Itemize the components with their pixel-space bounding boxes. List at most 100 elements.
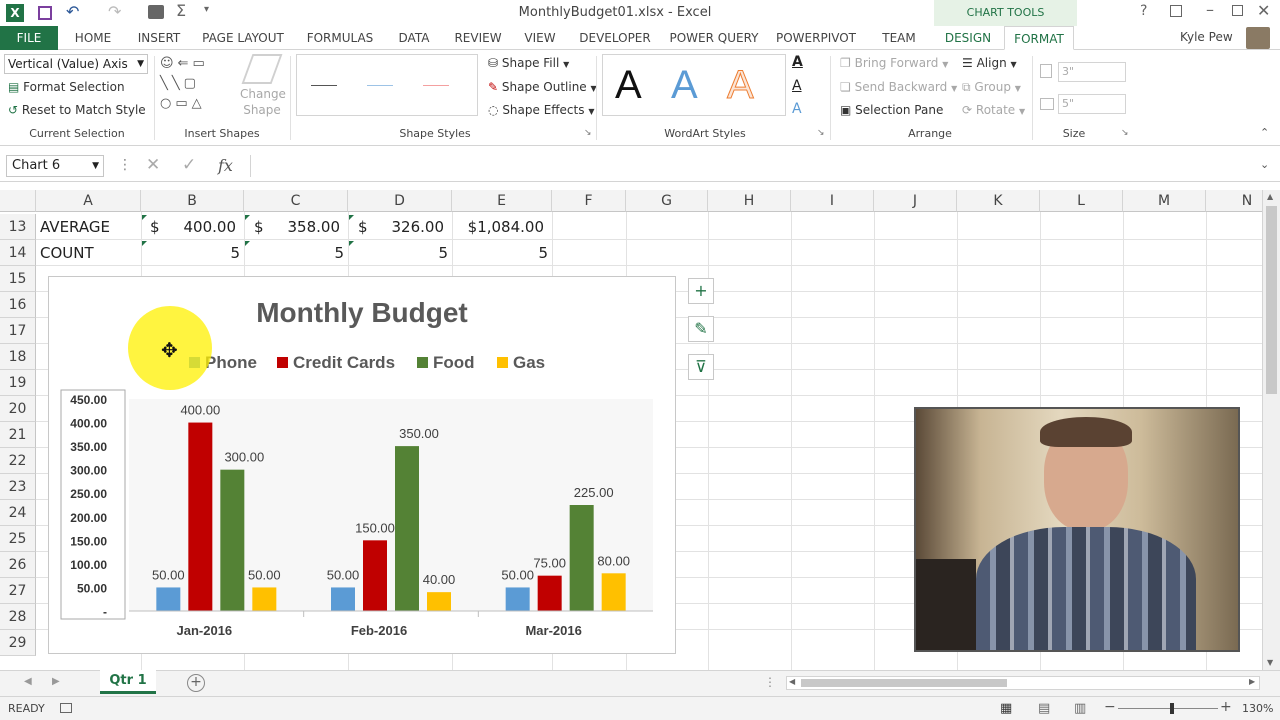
cell-c13[interactable]: 358.00 [264, 214, 341, 240]
reset-to-match-style-button[interactable]: ↺ Reset to Match Style [8, 103, 146, 117]
text-fill-icon[interactable]: A [792, 54, 803, 70]
horizontal-scroll-thumb[interactable] [801, 679, 1007, 687]
row-header[interactable]: 13 [0, 214, 36, 240]
sheet-tab-qtr-1[interactable]: Qtr 1 [100, 670, 156, 694]
zoom-level[interactable]: 130% [1242, 702, 1273, 715]
bar[interactable] [569, 505, 594, 611]
data-label[interactable]: 400.00 [180, 403, 220, 418]
shape-fill-button[interactable]: ⛁ Shape Fill ▼ [488, 56, 569, 70]
cancel-icon[interactable]: ✕ [146, 155, 160, 175]
tab-view[interactable]: VIEW [518, 26, 562, 50]
scroll-thumb[interactable] [1266, 206, 1277, 394]
row-header[interactable]: 16 [0, 292, 36, 318]
data-label[interactable]: 50.00 [327, 567, 360, 582]
tab-page-layout[interactable]: PAGE LAYOUT [196, 26, 290, 50]
data-label[interactable]: 40.00 [423, 572, 456, 587]
bar[interactable] [252, 587, 277, 611]
legend-entry[interactable]: Credit Cards [293, 353, 395, 372]
error-indicator-icon[interactable] [142, 241, 147, 246]
more-options-icon[interactable]: ⋮ [118, 157, 132, 173]
row-header[interactable]: 19 [0, 370, 36, 396]
chart-elements-button[interactable]: + [688, 278, 714, 304]
row-header[interactable]: 27 [0, 578, 36, 604]
rotate-button[interactable]: ⟳ Rotate ▼ [962, 103, 1025, 117]
shape-style-red[interactable] [423, 85, 449, 86]
macro-recording-icon[interactable] [60, 703, 72, 713]
wordart-blue[interactable]: A [671, 63, 698, 108]
column-header[interactable]: H [708, 190, 791, 212]
shapes-gallery[interactable]: ☺⇐▭ ╲╲▢ ○▭△ [160, 54, 234, 116]
chart-title[interactable]: Monthly Budget [256, 297, 468, 328]
column-header[interactable]: G [626, 190, 708, 212]
row-header[interactable]: 18 [0, 344, 36, 370]
enter-icon[interactable]: ✓ [182, 155, 196, 175]
chart-filters-button[interactable]: ⊽ [688, 354, 714, 380]
bar[interactable] [220, 469, 245, 611]
horizontal-scrollbar[interactable]: ◀ ▶ [786, 676, 1260, 690]
ribbon-display-options-icon[interactable] [1170, 5, 1182, 17]
column-header[interactable]: B [141, 190, 244, 212]
zoom-in-button[interactable]: + [1220, 699, 1232, 715]
save-icon[interactable] [38, 6, 52, 20]
format-selection-button[interactable]: ▤ Format Selection [8, 80, 125, 94]
data-label[interactable]: 75.00 [533, 556, 566, 571]
zoom-slider[interactable] [1118, 703, 1218, 714]
tab-team[interactable]: TEAM [866, 26, 932, 50]
legend-entry[interactable]: Phone [205, 353, 257, 372]
bar[interactable] [427, 592, 451, 611]
select-all-corner[interactable] [0, 190, 36, 212]
group-button[interactable]: ⧉ Group ▼ [962, 80, 1021, 95]
collapse-ribbon-icon[interactable]: ⌃ [1260, 126, 1269, 139]
avatar[interactable] [1246, 27, 1270, 49]
restore-icon[interactable] [1232, 5, 1243, 16]
dialog-launcher-icon[interactable]: ↘ [1121, 128, 1129, 138]
chart-styles-button[interactable]: ✎ [688, 316, 714, 342]
scroll-left-icon[interactable]: ◀ [789, 677, 795, 686]
scroll-right-icon[interactable]: ▶ [1249, 677, 1255, 686]
column-header[interactable]: K [957, 190, 1040, 212]
dialog-launcher-icon[interactable]: ↘ [584, 128, 592, 138]
row-header[interactable]: 26 [0, 552, 36, 578]
legend-entry[interactable]: Gas [513, 353, 545, 372]
excel-logo-icon[interactable]: X [6, 4, 24, 22]
column-header[interactable]: E [452, 190, 552, 212]
bar[interactable] [331, 587, 355, 611]
horizontal-category-axis[interactable]: Jan-2016 Feb-2016 Mar-2016 [129, 610, 653, 638]
cell-e14[interactable]: 5 [456, 240, 548, 266]
undo-icon[interactable]: ↶ [66, 2, 79, 21]
row-header[interactable]: 25 [0, 526, 36, 552]
text-outline-icon[interactable]: A [792, 78, 802, 94]
row-header[interactable]: 24 [0, 500, 36, 526]
page-break-view-icon[interactable]: ▥ [1074, 701, 1086, 716]
column-header[interactable]: C [244, 190, 348, 212]
tab-file[interactable]: FILE [0, 26, 58, 50]
wordart-orange[interactable]: A [727, 63, 755, 108]
tab-split-handle-icon[interactable]: ⋮ [764, 675, 776, 689]
scroll-up-icon[interactable]: ▲ [1267, 192, 1273, 201]
shape-style-blue[interactable] [367, 85, 393, 86]
change-shape-button[interactable]: Change Shape [240, 54, 286, 118]
data-label[interactable]: 150.00 [355, 520, 395, 535]
user-name[interactable]: Kyle Pew [1180, 30, 1233, 44]
help-icon[interactable]: ? [1140, 3, 1147, 19]
row-header[interactable]: 23 [0, 474, 36, 500]
bar[interactable] [363, 540, 387, 611]
vertical-value-axis[interactable]: - 50.00 100.00 150.00 200.00 250.00 300.00 350.… [70, 393, 107, 619]
tab-developer[interactable]: DEVELOPER [572, 26, 658, 50]
error-indicator-icon[interactable] [245, 215, 250, 220]
zoom-slider-thumb[interactable] [1170, 703, 1174, 714]
bar[interactable] [156, 587, 181, 611]
normal-view-icon[interactable]: ▦ [1000, 701, 1012, 716]
bar[interactable] [601, 573, 626, 611]
tab-power-query[interactable]: POWER QUERY [666, 26, 762, 50]
prev-sheet-icon[interactable]: ◀ [24, 676, 32, 687]
column-header[interactable]: J [874, 190, 957, 212]
column-header[interactable]: N [1206, 190, 1262, 212]
cell-e13[interactable]: $1,084.00 [456, 214, 544, 240]
cell-c14[interactable]: 5 [264, 240, 344, 266]
tab-review[interactable]: REVIEW [446, 26, 510, 50]
tab-formulas[interactable]: FORMULAS [298, 26, 382, 50]
quick-access-dropdown-icon[interactable]: ▾ [204, 4, 209, 15]
row-header[interactable]: 15 [0, 266, 36, 292]
tab-format[interactable]: FORMAT [1004, 26, 1074, 50]
